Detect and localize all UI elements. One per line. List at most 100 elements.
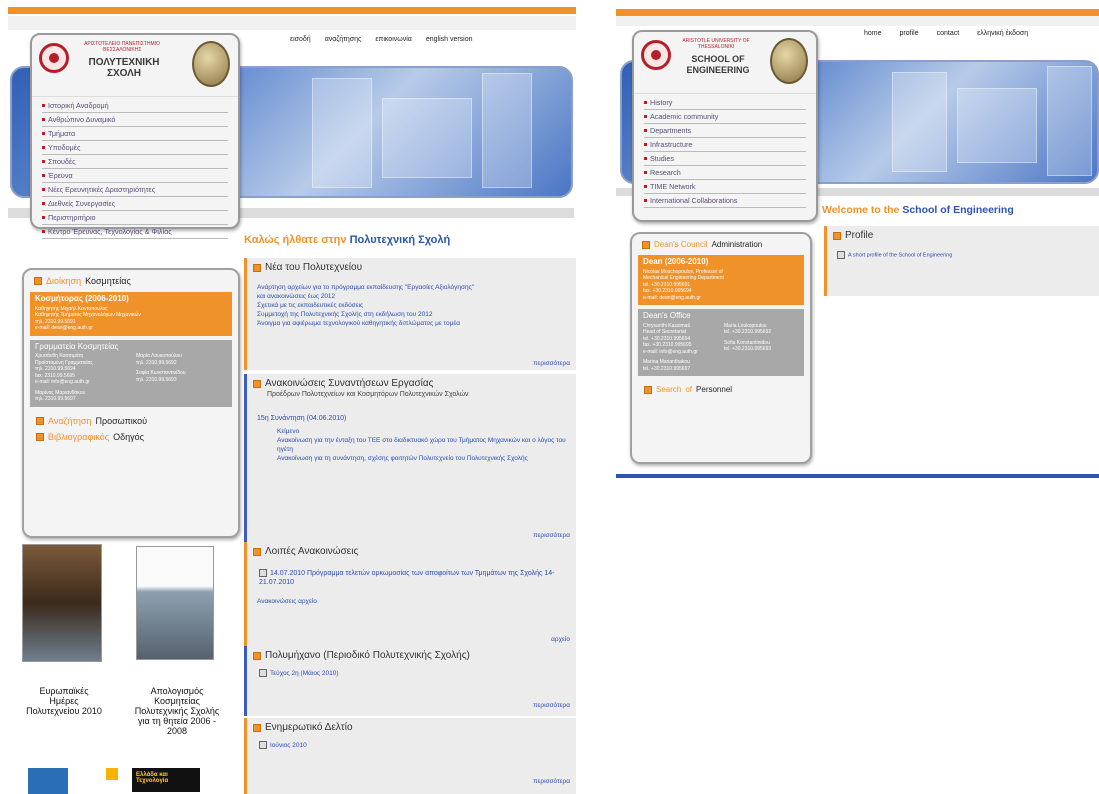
main-menu: ARISTOTLE UNIVERSITY OF THESSALONIKI SCH…	[632, 30, 818, 222]
menu-item-research[interactable]: Research	[644, 166, 806, 180]
magazine-heading: Πολυμήχανο (Περιοδικό Πολυτεχνικής Σχολή…	[247, 646, 576, 663]
calendar-icon	[259, 669, 267, 678]
caption-european-days[interactable]: Ευρωπαϊκές Ημέρες Πολυτεχνείου 2010	[24, 686, 104, 716]
profile-heading: Profile	[827, 226, 1099, 243]
calendar-icon	[837, 251, 845, 259]
nav-contact-link[interactable]: επικοινωνία	[375, 36, 411, 43]
top-orange-bar	[8, 7, 576, 14]
square-bullet-icon	[36, 416, 44, 425]
magazine-more-link[interactable]: περισσότερα	[533, 702, 570, 709]
profile-section: Profile A short profile of the School of…	[824, 226, 1099, 296]
menu-item-collaborations[interactable]: Διεθνείς Συνεργασίες	[42, 197, 228, 211]
nav-greek-link[interactable]: ελληνική έκδοση	[977, 30, 1028, 37]
other-announcements-section: Λοιπές Ανακοινώσεις 14.07.2010 Πρόγραμμα…	[244, 542, 576, 646]
book-cover-report[interactable]	[136, 546, 214, 660]
council-panel: Dean's Council Administration Dean (2006…	[630, 232, 812, 464]
meetings-heading: Ανακοινώσεις Συναντήσεων Εργασίας	[247, 374, 576, 391]
menu-item-international[interactable]: International Collaborations	[644, 194, 806, 208]
calendar-icon	[259, 741, 267, 750]
square-bullet-icon	[253, 651, 261, 660]
menu-item-departments[interactable]: Τμήματα	[42, 127, 228, 141]
menu-list: History Academic community Departments I…	[634, 94, 816, 210]
news-section: Νέα του Πολυτεχνείου Ανάρτηση αρχείων γι…	[244, 258, 576, 370]
dean-box: Dean (2006-2010) Nicolas Moschopoulos, P…	[638, 255, 804, 305]
archive-link[interactable]: αρχείο	[551, 636, 570, 643]
menu-item-studies[interactable]: Σπουδές	[42, 155, 228, 169]
council-heading: Dean's Council Administration	[632, 234, 810, 253]
university-name: ARISTOTLE UNIVERSITY OF THESSALONIKI	[682, 38, 750, 50]
school-logo: ΑΡΙΣΤΟΤΕΛΕΙΟ ΠΑΝΕΠΙΣΤΗΜΙΟ ΘΕΣΣΑΛΟΝΙΚΗΣ Π…	[32, 35, 238, 97]
nav-profile-link[interactable]: profile	[900, 30, 919, 37]
bulletin-item[interactable]: Ιούνιος 2010	[247, 735, 576, 752]
meetings-section: Ανακοινώσεις Συναντήσεων Εργασίας Προέδρ…	[244, 374, 576, 542]
medal-icon	[192, 41, 230, 87]
admin-heading: Διοίκηση Κοσμητείας	[24, 270, 238, 290]
magazine-item[interactable]: Τεύχος 2η (Μάιος 2010)	[247, 663, 576, 680]
caption-report[interactable]: Απολογισμός Κοσμητείας Πολυτεχνικής Σχολ…	[134, 686, 220, 736]
bottom-blue-line	[616, 474, 1099, 478]
menu-item-departments[interactable]: Departments	[644, 124, 806, 138]
university-seal-icon	[641, 40, 671, 70]
menu-item-history[interactable]: History	[644, 96, 806, 110]
book-cover-european-days[interactable]	[22, 544, 102, 662]
partner-logo-technology[interactable]: Ελλάδα και Τεχνολογία	[132, 768, 200, 792]
bulletin-section: Ενημερωτικό Δελτίο Ιούνιος 2010 περισσότ…	[244, 718, 576, 794]
nav-home-link[interactable]: home	[864, 30, 882, 37]
profile-item[interactable]: A short profile of the School of Enginee…	[827, 243, 1099, 262]
other-item[interactable]: 14.07.2010 Πρόγραμμα τελετών ορκωμοσίας …	[247, 559, 576, 589]
menu-list: Ιστορική Αναδρομή Ανθρώπινο Δυναμικό Τμή…	[32, 97, 238, 241]
nav-contact-link[interactable]: contact	[937, 30, 960, 37]
square-bullet-icon	[253, 263, 261, 272]
meetings-more-link[interactable]: περισσότερα	[533, 532, 570, 539]
partner-logo-blue[interactable]	[28, 768, 68, 794]
announcements-archive-link[interactable]: Ανακοινώσεις αρχείο	[247, 595, 576, 608]
school-name: SCHOOL OF ENGINEERING	[686, 54, 750, 75]
nav-home-link[interactable]: εισοδή	[290, 36, 311, 43]
greek-site: εισοδή αναζήτησης επικοινωνία english ve…	[8, 0, 576, 794]
menu-item-infrastructure[interactable]: Υποδομές	[42, 141, 228, 155]
university-name: ΑΡΙΣΤΟΤΕΛΕΙΟ ΠΑΝΕΠΙΣΤΗΜΙΟ ΘΕΣΣΑΛΟΝΙΚΗΣ	[84, 41, 160, 53]
square-bullet-icon	[253, 379, 261, 388]
square-bullet-icon	[36, 432, 44, 441]
menu-item-new-research[interactable]: Νέες Ερευνητικές Δραστηριότητες	[42, 183, 228, 197]
bibliography-link[interactable]: Βιβλιογραφικός Οδηγός	[24, 429, 238, 445]
main-menu: ΑΡΙΣΤΟΤΕΛΕΙΟ ΠΑΝΕΠΙΣΤΗΜΙΟ ΘΕΣΣΑΛΟΝΙΚΗΣ Π…	[30, 33, 240, 239]
medal-icon	[770, 38, 808, 84]
meeting-items: Κείμενο Ανακοίνωση για την ένταξη του ΤΕ…	[277, 428, 566, 462]
news-more-link[interactable]: περισσότερα	[533, 360, 570, 367]
top-nav: home profile contact ελληνική έκδοση	[864, 30, 1028, 37]
menu-item-studies[interactable]: Studies	[644, 152, 806, 166]
partner-logo-orange[interactable]	[106, 768, 118, 780]
bulletin-heading: Ενημερωτικό Δελτίο	[247, 718, 576, 735]
menu-item-history[interactable]: Ιστορική Αναδρομή	[42, 99, 228, 113]
square-bullet-icon	[644, 385, 652, 394]
menu-item-staff[interactable]: Ανθρώπινο Δυναμικό	[42, 113, 228, 127]
top-nav: εισοδή αναζήτησης επικοινωνία english ve…	[290, 36, 473, 43]
menu-item-time-network[interactable]: TIME Network	[644, 180, 806, 194]
school-name: ΠΟΛΥΤΕΧΝΙΚΗ ΣΧΟΛΗ	[88, 57, 160, 79]
staff-search-link[interactable]: Αναζήτηση Προσωπικού	[24, 413, 238, 429]
meeting-date[interactable]: 15η Συνάντηση (04.06.2010)	[247, 412, 576, 425]
menu-item-research[interactable]: Έρευνα	[42, 169, 228, 183]
square-bullet-icon	[34, 277, 42, 285]
office-box: Γραμματεία Κοσμητείας Χρυσάνθη Κασσιμάτη…	[30, 339, 232, 407]
top-orange-bar	[616, 9, 1099, 16]
news-list: Ανάρτηση αρχείων για το πρόγραμμα εκπαίδ…	[257, 284, 475, 327]
english-site: home profile contact ελληνική έκδοση ARI…	[616, 0, 1099, 486]
office-box: Dean's Office Chrysanthi Kassimati Head o…	[638, 309, 804, 376]
university-seal-icon	[39, 43, 69, 73]
menu-item-research-center[interactable]: Κέντρο Έρευνας, Τεχνολογίας & Φιλίας	[42, 225, 228, 239]
news-heading: Νέα του Πολυτεχνείου	[247, 258, 576, 275]
square-bullet-icon	[253, 547, 261, 556]
nav-search-link[interactable]: αναζήτησης	[325, 36, 362, 43]
other-heading: Λοιπές Ανακοινώσεις	[247, 542, 576, 559]
square-bullet-icon	[833, 231, 841, 240]
menu-item-academic-community[interactable]: Academic community	[644, 110, 806, 124]
nav-english-link[interactable]: english version	[426, 36, 473, 43]
menu-item-observatory[interactable]: Περιστηριτήριο	[42, 211, 228, 225]
menu-item-infrastructure[interactable]: Infrastructure	[644, 138, 806, 152]
top-grey-strip	[8, 16, 576, 30]
square-bullet-icon	[253, 723, 261, 732]
personnel-search-link[interactable]: Search of Personnel	[632, 382, 810, 397]
bulletin-more-link[interactable]: περισσότερα	[533, 778, 570, 785]
